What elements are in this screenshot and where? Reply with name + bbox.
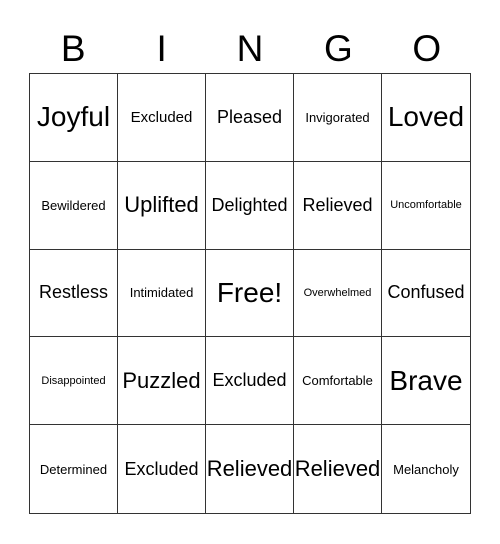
bingo-cell-r4-c1[interactable]: Disappointed [30,337,118,426]
bingo-cell-r2-c5[interactable]: Uncomfortable [382,162,470,250]
bingo-cell-r4-c2[interactable]: Puzzled [118,337,206,426]
header-letter-n: N [236,28,264,69]
bingo-cell-r5-c2[interactable]: Excluded [118,425,206,513]
bingo-cell-r3-c4[interactable]: Overwhelmed [294,249,382,338]
bingo-cell-r5-c1[interactable]: Determined [30,425,118,513]
bingo-cell-r1-c4[interactable]: Invigorated [294,74,382,162]
bingo-cell-r3-c5[interactable]: Confused [382,250,470,338]
bingo-cell-r2-c4[interactable]: Relieved [294,161,382,250]
bingo-cell-r4-c5[interactable]: Brave [382,337,470,426]
bingo-cell-r4-c3[interactable]: Excluded [206,337,294,426]
bingo-cell-r3-c2[interactable]: Intimidated [118,249,206,338]
bingo-cell-r1-c5[interactable]: Loved [382,74,470,162]
bingo-grid: Joyful Excluded Pleased Invigorated Loved Bew… [29,73,471,514]
bingo-header: B I N G O [29,26,471,72]
bingo-cell-r5-c3[interactable]: Relieved [206,425,294,513]
bingo-cell-r5-c5[interactable]: Melancholy [382,425,470,513]
bingo-cell-r2-c3[interactable]: Delighted [206,161,294,250]
bingo-cell-r5-c4[interactable]: Relieved [294,425,382,513]
bingo-cell-r2-c1[interactable]: Bewildered [30,161,118,250]
bingo-cell-r1-c3[interactable]: Pleased [206,74,294,162]
bingo-cell-r4-c4[interactable]: Comfortable [294,337,382,426]
header-letter-o: O [412,28,442,69]
bingo-cell-r1-c2[interactable]: Excluded [118,74,206,162]
free-space-cell[interactable]: Free! [206,249,294,338]
header-letter-b: B [60,28,86,69]
header-letter-i: I [156,28,167,69]
bingo-cell-r1-c1[interactable]: Joyful [30,74,118,162]
header-letter-g: G [323,28,353,69]
bingo-cell-r3-c1[interactable]: Restless [30,249,118,338]
bingo-cell-r2-c2[interactable]: Uplifted [118,161,206,250]
